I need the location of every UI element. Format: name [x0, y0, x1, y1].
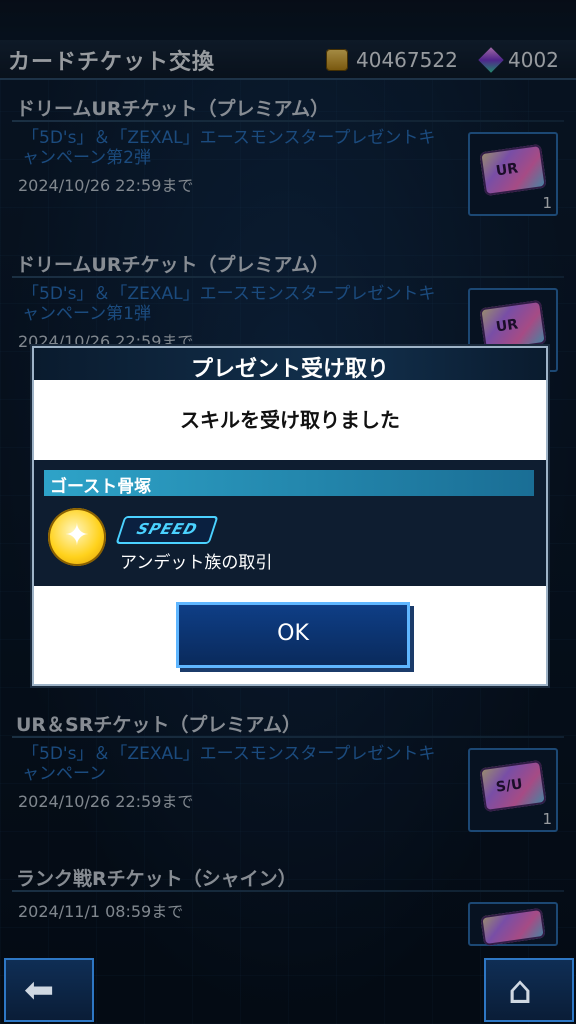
- home-button[interactable]: ⌂: [484, 958, 574, 1022]
- arrow-left-icon: ⬅: [24, 970, 55, 1011]
- reward-title-bar: ゴースト骨塚: [44, 470, 534, 497]
- dialog-message: スキルを受け取りました: [180, 408, 400, 432]
- sparkle-icon: ✦: [48, 508, 106, 566]
- dialog-title: プレゼント受け取り: [190, 357, 389, 382]
- present-dialog: プレゼント受け取り スキルを受け取りました ゴースト骨塚 ✦ SPEED アンデ…: [32, 346, 548, 686]
- ok-label: OK: [277, 621, 309, 646]
- ok-button[interactable]: OK: [176, 602, 410, 668]
- reward-panel: ゴースト骨塚 ✦ SPEED アンデット族の取引: [34, 460, 546, 586]
- back-button[interactable]: ⬅: [4, 958, 94, 1022]
- skill-name: アンデット族の取引: [120, 553, 273, 573]
- dialog-header: プレゼント受け取り: [34, 348, 546, 382]
- reward-name: ゴースト骨塚: [50, 477, 152, 497]
- speed-logo: SPEED: [115, 516, 219, 544]
- home-icon: ⌂: [508, 968, 533, 1012]
